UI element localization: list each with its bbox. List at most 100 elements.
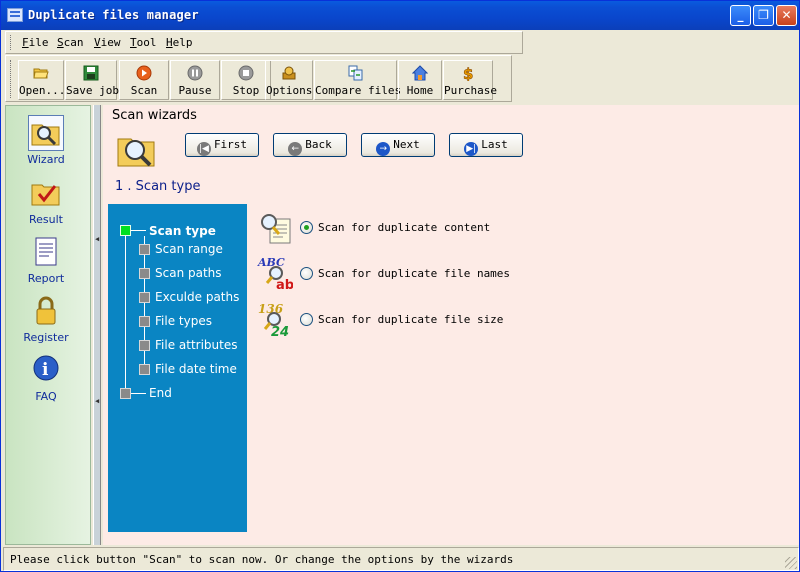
svg-text:24: 24 bbox=[271, 325, 289, 338]
svg-text:$: $ bbox=[463, 65, 473, 81]
back-arrow-icon: ← bbox=[288, 142, 303, 156]
number-search-icon: 13624 bbox=[258, 302, 289, 338]
back-label: Back bbox=[305, 138, 332, 151]
toolbar-grip[interactable] bbox=[10, 60, 13, 98]
menu-file[interactable]: File bbox=[22, 36, 49, 49]
option-duplicate-content[interactable]: Scan for duplicate content bbox=[257, 210, 557, 250]
first-label: First bbox=[213, 138, 248, 151]
menu-tool[interactable]: Tool bbox=[130, 36, 157, 49]
menu-help[interactable]: Help bbox=[166, 36, 193, 49]
status-bar: Please click button "Scan" to scan now. … bbox=[3, 547, 799, 571]
nav-wizard[interactable]: Wizard bbox=[6, 115, 86, 166]
tree-node-marker bbox=[139, 340, 150, 351]
compare-files-label: Compare files bbox=[315, 84, 402, 97]
folder-open-icon bbox=[33, 68, 49, 79]
last-label: Last bbox=[481, 138, 508, 151]
scan-button[interactable]: Scan bbox=[119, 60, 169, 100]
collapse-arrow-icon[interactable]: ◀ bbox=[95, 235, 99, 243]
compare-icon bbox=[348, 65, 362, 81]
pause-label: Pause bbox=[178, 84, 212, 97]
option-duplicate-names[interactable]: ABC ab Scan for duplicate file names bbox=[257, 256, 557, 296]
info-icon: i bbox=[33, 355, 59, 381]
size-option-label: Scan for duplicate file size bbox=[318, 313, 504, 326]
app-window: Duplicate files manager _ ❐ ✕ File Scan … bbox=[0, 0, 800, 572]
folder-search-icon bbox=[28, 115, 64, 151]
save-job-button[interactable]: Save job bbox=[65, 60, 119, 100]
menu-scan[interactable]: Scan bbox=[57, 36, 84, 49]
open-button[interactable]: Open... bbox=[18, 60, 65, 100]
app-icon bbox=[7, 8, 23, 22]
stop-button[interactable]: Stop bbox=[221, 60, 271, 100]
window-title: Duplicate files manager bbox=[28, 8, 199, 22]
tree-node-marker bbox=[139, 364, 150, 375]
tree-step-file-types[interactable]: File types bbox=[155, 314, 212, 328]
maximize-button[interactable]: ❐ bbox=[753, 5, 774, 26]
title-bar[interactable]: Duplicate files manager _ ❐ ✕ bbox=[1, 1, 799, 30]
compare-files-button[interactable]: Compare files bbox=[314, 60, 402, 100]
option-duplicate-size[interactable]: 136 24 Scan for duplicate file size bbox=[257, 302, 557, 342]
play-icon bbox=[136, 65, 152, 81]
nav-register[interactable]: Register bbox=[6, 294, 86, 344]
menu-bar: File Scan View Tool Help bbox=[5, 31, 523, 54]
tree-line bbox=[130, 230, 146, 231]
save-job-label: Save job bbox=[66, 84, 119, 97]
tree-step-file-date-time[interactable]: File date time bbox=[155, 362, 237, 376]
close-button[interactable]: ✕ bbox=[776, 5, 797, 26]
nav-result[interactable]: Result bbox=[6, 176, 86, 226]
content-search-icon bbox=[261, 214, 291, 244]
home-button[interactable]: Home bbox=[398, 60, 442, 100]
tree-step-end[interactable]: End bbox=[149, 386, 172, 400]
wizard-panel: Scan wizards |◀ First ← Back → Next ▶| Last … bbox=[103, 105, 799, 545]
content-radio[interactable] bbox=[300, 221, 313, 234]
nav-register-label: Register bbox=[23, 331, 69, 344]
nav-report-label: Report bbox=[27, 272, 65, 285]
tree-step-scan-paths[interactable]: Scan paths bbox=[155, 266, 222, 280]
abc-search-icon: ABC ab bbox=[257, 256, 293, 292]
tree-step-exclude-paths[interactable]: Exculde paths bbox=[155, 290, 239, 304]
first-icon: |◀ bbox=[196, 142, 211, 156]
tree-step-file-attributes[interactable]: File attributes bbox=[155, 338, 238, 352]
last-icon: ▶| bbox=[464, 142, 479, 156]
home-label: Home bbox=[406, 84, 434, 97]
lock-icon bbox=[36, 296, 56, 325]
names-radio[interactable] bbox=[300, 267, 313, 280]
back-button[interactable]: ← Back bbox=[273, 133, 347, 157]
size-radio[interactable] bbox=[300, 313, 313, 326]
purchase-button[interactable]: $ Purchase bbox=[443, 60, 497, 100]
options-label: Options bbox=[266, 84, 313, 97]
dollar-icon: $ bbox=[463, 65, 474, 81]
tree-step-scan-type[interactable]: Scan type bbox=[149, 224, 216, 238]
first-button[interactable]: |◀ First bbox=[185, 133, 259, 157]
tree-line bbox=[130, 393, 146, 394]
tree-line bbox=[125, 236, 126, 394]
pause-button[interactable]: Pause bbox=[170, 60, 220, 100]
collapse-arrow-icon[interactable]: ◀ bbox=[95, 397, 99, 405]
last-button[interactable]: ▶| Last bbox=[449, 133, 523, 157]
home-icon bbox=[412, 65, 428, 81]
tree-node-marker bbox=[120, 225, 131, 236]
menu-grip[interactable] bbox=[10, 35, 13, 50]
minimize-button[interactable]: _ bbox=[730, 5, 751, 26]
left-navigation: Wizard Result Report Register i FAQ bbox=[5, 105, 91, 545]
nav-report[interactable]: Report bbox=[6, 235, 86, 285]
content-option-label: Scan for duplicate content bbox=[318, 221, 491, 234]
tree-node-marker bbox=[139, 244, 150, 255]
step-title: 1 . Scan type bbox=[115, 179, 201, 194]
next-button[interactable]: → Next bbox=[361, 133, 435, 157]
panel-splitter[interactable]: ◀ ◀ bbox=[93, 105, 101, 545]
resize-grip[interactable] bbox=[785, 557, 797, 569]
nav-wizard-label: Wizard bbox=[27, 153, 65, 166]
options-icon bbox=[282, 66, 296, 80]
purchase-label: Purchase bbox=[444, 84, 497, 97]
tree-step-scan-range[interactable]: Scan range bbox=[155, 242, 223, 256]
nav-faq[interactable]: i FAQ bbox=[6, 353, 86, 403]
svg-text:ab: ab bbox=[276, 278, 293, 292]
options-button[interactable]: Options bbox=[265, 60, 313, 100]
next-label: Next bbox=[393, 138, 420, 151]
menu-view[interactable]: View bbox=[94, 36, 121, 49]
tree-line bbox=[144, 236, 145, 374]
tree-node-marker bbox=[139, 268, 150, 279]
nav-faq-label: FAQ bbox=[35, 390, 57, 403]
pause-icon bbox=[187, 65, 203, 81]
stop-label: Stop bbox=[232, 84, 260, 97]
